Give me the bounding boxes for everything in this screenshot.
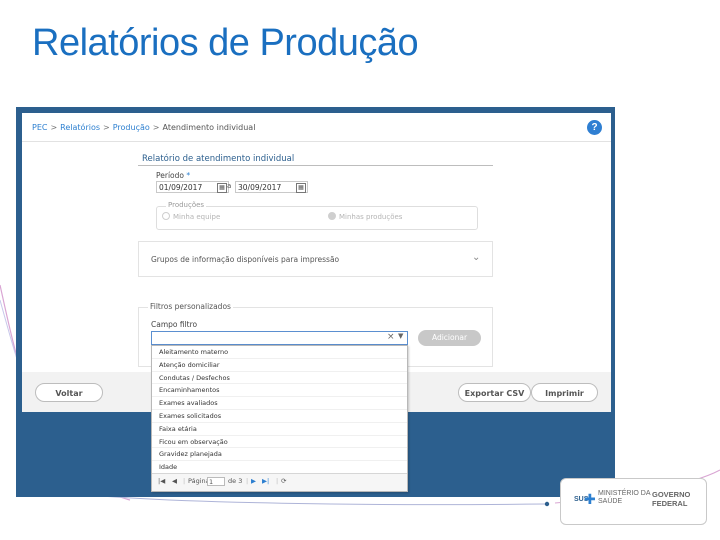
radio-minha-equipe[interactable]: Minha equipe [162, 212, 220, 221]
producoes-legend: Produções [166, 201, 207, 209]
breadcrumb-current: Atendimento individual [162, 123, 256, 132]
imprimir-button[interactable]: Imprimir [531, 383, 598, 402]
voltar-button[interactable]: Voltar [35, 383, 103, 402]
page-number-input[interactable]: 1 [207, 477, 225, 486]
groups-label: Grupos de informação disponíveis para im… [151, 255, 340, 264]
dropdown-option[interactable]: Aleitamento materno [152, 346, 407, 359]
breadcrumb: PEC > Relatórios > Produção > Atendimento indi… [32, 123, 255, 132]
radio-circle-icon [162, 212, 170, 220]
radio-selected-icon [328, 212, 336, 220]
dropdown-pager: |◀ ◀ | Página 1 de 3 | ▶ ▶| | ⟳ [152, 473, 407, 491]
campo-filtro-select[interactable] [151, 331, 408, 345]
date-end-field[interactable]: 30/09/2017 ▦ [235, 181, 308, 193]
dropdown-option[interactable]: Encaminhamentos [152, 384, 407, 398]
dropdown-option[interactable]: Condutas / Desfechos [152, 372, 407, 385]
clear-icon[interactable]: × [387, 332, 395, 342]
report-title: Relatório de atendimento individual [142, 154, 295, 164]
adicionar-button[interactable]: Adicionar [418, 330, 481, 346]
ministerio-line2: SAÚDE [598, 498, 623, 505]
dropdown-option[interactable]: Exames solicitados [152, 410, 407, 423]
prev-page-icon[interactable]: ◀ [172, 477, 177, 485]
required-mark: * [186, 171, 191, 180]
pager-divider: | [276, 477, 279, 485]
dropdown-arrow-icon[interactable]: ▼ [398, 332, 403, 340]
breadcrumb-relatorios[interactable]: Relatórios [60, 123, 100, 132]
governo-logo: GOVERNO FEDERAL [652, 490, 690, 508]
date-range-separator: a [227, 182, 232, 190]
dropdown-option[interactable]: Faixa etária [152, 423, 407, 436]
date-start-value: 01/09/2017 [159, 183, 203, 192]
first-page-icon[interactable]: |◀ [158, 477, 165, 485]
radio-minha-equipe-label: Minha equipe [173, 213, 221, 221]
filters-legend: Filtros personalizados [148, 302, 233, 311]
campo-filtro-dropdown: Aleitamento materno Atenção domiciliar C… [151, 345, 408, 492]
ministerio-line1: MINISTÉRIO DA [598, 490, 651, 497]
exportar-csv-button[interactable]: Exportar CSV [458, 383, 531, 402]
calendar-icon[interactable]: ▦ [217, 183, 227, 193]
header-divider [22, 141, 611, 142]
date-start-field[interactable]: 01/09/2017 ▦ [156, 181, 229, 193]
governo-line2: FEDERAL [652, 499, 688, 508]
help-icon[interactable]: ? [587, 120, 602, 135]
governo-line1: GOVERNO [652, 490, 691, 499]
refresh-icon[interactable]: ⟳ [281, 477, 286, 485]
page-total: de 3 [228, 477, 243, 485]
dropdown-option[interactable]: Gravidez planejada [152, 448, 407, 462]
breadcrumb-separator: > [152, 123, 160, 132]
dropdown-option[interactable]: Ficou em observação [152, 436, 407, 449]
breadcrumb-separator: > [103, 123, 110, 132]
ministerio-logo: MINISTÉRIO DA SAÚDE [598, 490, 651, 506]
groups-accordion[interactable]: Grupos de informação disponíveis para im… [138, 241, 493, 277]
health-cross-icon: ✚ [584, 492, 596, 508]
title-divider [138, 165, 493, 166]
pager-divider: | [246, 477, 249, 485]
breadcrumb-pec[interactable]: PEC [32, 123, 47, 132]
dropdown-option[interactable]: Atenção domiciliar [152, 359, 407, 372]
periodo-label-text: Período [156, 171, 184, 180]
breadcrumb-producao[interactable]: Produção [113, 123, 150, 132]
dropdown-option[interactable]: Exames avaliados [152, 397, 407, 410]
dropdown-list: Aleitamento materno Atenção domiciliar C… [152, 346, 407, 474]
next-page-icon[interactable]: ▶ [251, 477, 256, 485]
date-end-value: 30/09/2017 [238, 183, 282, 192]
radio-minhas-producoes-label: Minhas produções [339, 213, 403, 221]
last-page-icon[interactable]: ▶| [262, 477, 269, 485]
slide-title: Relatórios de Produção [32, 22, 419, 64]
chevron-down-icon[interactable]: ⌄ [472, 252, 480, 263]
periodo-label: Período * [156, 171, 190, 180]
radio-minhas-producoes[interactable]: Minhas produções [328, 212, 402, 221]
calendar-icon[interactable]: ▦ [296, 183, 306, 193]
campo-filtro-label: Campo filtro [151, 320, 198, 329]
breadcrumb-separator: > [50, 123, 58, 132]
pager-divider: | [183, 477, 186, 485]
